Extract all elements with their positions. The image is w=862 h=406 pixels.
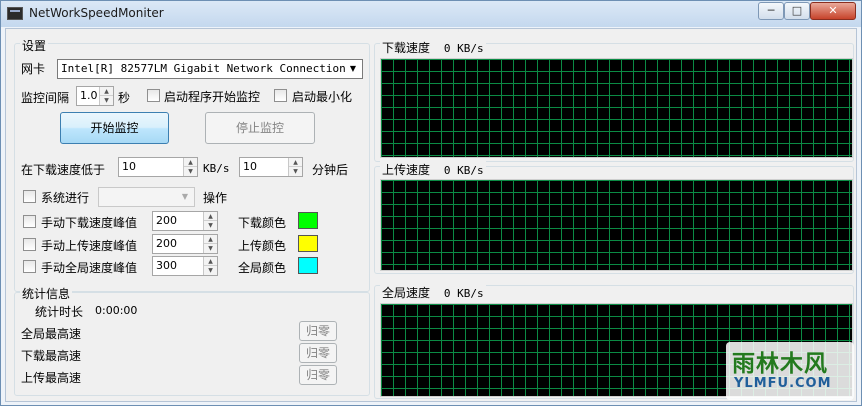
download-peak-value: 200	[156, 214, 177, 227]
start-on-launch-label[interactable]: 启动程序开始监控	[164, 88, 260, 105]
upload-speed-value: 0 KB/s	[443, 164, 484, 177]
spin-down-icon[interactable]: ▼	[204, 244, 217, 253]
minutes-label: 分钟后	[312, 163, 349, 177]
manual-download-peak-checkbox[interactable]	[23, 215, 36, 228]
global-peak-value: 300	[156, 259, 177, 272]
watermark-logo: 雨林木风 YLMFU.COM	[726, 342, 854, 400]
spin-down-icon[interactable]: ▼	[100, 96, 113, 105]
system-action-label[interactable]: 系统进行	[41, 189, 89, 206]
global-graph-label: 全局速度	[382, 286, 431, 300]
reset-upload-max-button[interactable]: 归零	[299, 365, 337, 385]
stats-group-label: 统计信息	[20, 285, 73, 302]
nic-label: 网卡	[21, 62, 46, 76]
download-speed-graph	[380, 58, 853, 158]
upload-peak-spin-arrows[interactable]: ▲ ▼	[203, 235, 217, 253]
interval-spinner[interactable]: 1.0 ▲ ▼	[76, 86, 114, 106]
low-speed-spinner[interactable]: 10 ▲ ▼	[118, 157, 198, 177]
nic-select-value: Intel[R] 82577LM Gigabit Network Connect…	[61, 62, 346, 75]
spin-down-icon[interactable]: ▼	[184, 167, 197, 176]
system-action-select[interactable]: ▼	[98, 187, 195, 207]
download-color-label: 下载颜色	[238, 216, 287, 230]
reset-global-max-button[interactable]: 归零	[299, 321, 337, 341]
start-monitor-button[interactable]: 开始监控	[60, 112, 169, 144]
global-color-label: 全局颜色	[238, 261, 287, 275]
manual-download-peak-label[interactable]: 手动下载速度峰值	[41, 214, 137, 231]
spin-up-icon[interactable]: ▲	[184, 158, 197, 167]
app-icon	[7, 7, 23, 20]
low-speed-value: 10	[122, 160, 136, 173]
stats-duration-label: 统计时长	[35, 305, 84, 319]
upload-max-label: 上传最高速	[21, 371, 82, 385]
global-speed-value: 0 KB/s	[443, 287, 484, 300]
chevron-down-icon: ▼	[349, 64, 357, 73]
low-speed-unit: KB/s	[203, 162, 230, 175]
start-minimized-label[interactable]: 启动最小化	[292, 88, 352, 105]
watermark-url: YLMFU.COM	[734, 376, 832, 391]
low-speed-label: 在下载速度低于	[21, 163, 106, 177]
minutes-spinner[interactable]: 10 ▲ ▼	[239, 157, 303, 177]
system-action-checkbox[interactable]	[23, 190, 36, 203]
download-color-swatch[interactable]	[298, 212, 318, 229]
upload-peak-spinner[interactable]: 200 ▲ ▼	[152, 234, 218, 254]
interval-unit: 秒	[118, 91, 131, 105]
interval-label: 监控间隔	[21, 91, 70, 105]
download-peak-spinner[interactable]: 200 ▲ ▼	[152, 211, 218, 231]
download-graph-label: 下载速度	[382, 41, 431, 55]
upload-peak-value: 200	[156, 237, 177, 250]
spin-down-icon[interactable]: ▼	[204, 266, 217, 275]
manual-upload-peak-label[interactable]: 手动上传速度峰值	[41, 237, 137, 254]
stats-duration-value: 0:00:00	[95, 304, 138, 317]
title-bar[interactable]: NetWorkSpeedMoniter ─ □ ✕	[1, 1, 861, 27]
global-graph-title: 全局速度 0 KB/s	[380, 284, 486, 301]
spin-up-icon[interactable]: ▲	[100, 87, 113, 96]
interval-value: 1.0	[80, 89, 98, 102]
global-peak-spinner[interactable]: 300 ▲ ▼	[152, 256, 218, 276]
reset-download-max-button[interactable]: 归零	[299, 343, 337, 363]
global-max-label: 全局最高速	[21, 327, 82, 341]
manual-global-peak-label[interactable]: 手动全局速度峰值	[41, 259, 137, 276]
app-window: NetWorkSpeedMoniter ─ □ ✕ 设置 网卡 Intel[R]…	[0, 0, 862, 406]
watermark-text: 雨林木风	[732, 351, 828, 377]
minutes-value: 10	[243, 160, 257, 173]
global-color-swatch[interactable]	[298, 257, 318, 274]
download-max-label: 下载最高速	[21, 349, 82, 363]
close-button[interactable]: ✕	[810, 2, 856, 20]
interval-spin-arrows[interactable]: ▲ ▼	[99, 87, 113, 105]
start-minimized-checkbox[interactable]	[274, 89, 287, 102]
maximize-button[interactable]: □	[784, 2, 810, 20]
spin-up-icon[interactable]: ▲	[289, 158, 302, 167]
spin-down-icon[interactable]: ▼	[289, 167, 302, 176]
upload-graph-label: 上传速度	[382, 163, 431, 177]
global-peak-spin-arrows[interactable]: ▲ ▼	[203, 257, 217, 275]
download-graph-title: 下载速度 0 KB/s	[380, 39, 486, 56]
chevron-down-icon: ▼	[181, 192, 189, 201]
download-peak-spin-arrows[interactable]: ▲ ▼	[203, 212, 217, 230]
spin-up-icon[interactable]: ▲	[204, 212, 217, 221]
spin-up-icon[interactable]: ▲	[204, 257, 217, 266]
minutes-spin-arrows[interactable]: ▲ ▼	[288, 158, 302, 176]
settings-group-label: 设置	[20, 37, 49, 54]
upload-speed-graph	[380, 179, 853, 271]
upload-graph-title: 上传速度 0 KB/s	[380, 161, 486, 178]
download-speed-value: 0 KB/s	[443, 42, 484, 55]
upload-color-swatch[interactable]	[298, 235, 318, 252]
stop-monitor-button[interactable]: 停止监控	[205, 112, 315, 144]
spin-up-icon[interactable]: ▲	[204, 235, 217, 244]
action-label: 操作	[203, 191, 228, 205]
start-on-launch-checkbox[interactable]	[147, 89, 160, 102]
spin-down-icon[interactable]: ▼	[204, 221, 217, 230]
minimize-button[interactable]: ─	[758, 2, 784, 20]
upload-color-label: 上传颜色	[238, 239, 287, 253]
window-title: NetWorkSpeedMoniter	[29, 6, 164, 20]
manual-upload-peak-checkbox[interactable]	[23, 238, 36, 251]
low-speed-spin-arrows[interactable]: ▲ ▼	[183, 158, 197, 176]
nic-select[interactable]: Intel[R] 82577LM Gigabit Network Connect…	[57, 59, 363, 79]
manual-global-peak-checkbox[interactable]	[23, 260, 36, 273]
